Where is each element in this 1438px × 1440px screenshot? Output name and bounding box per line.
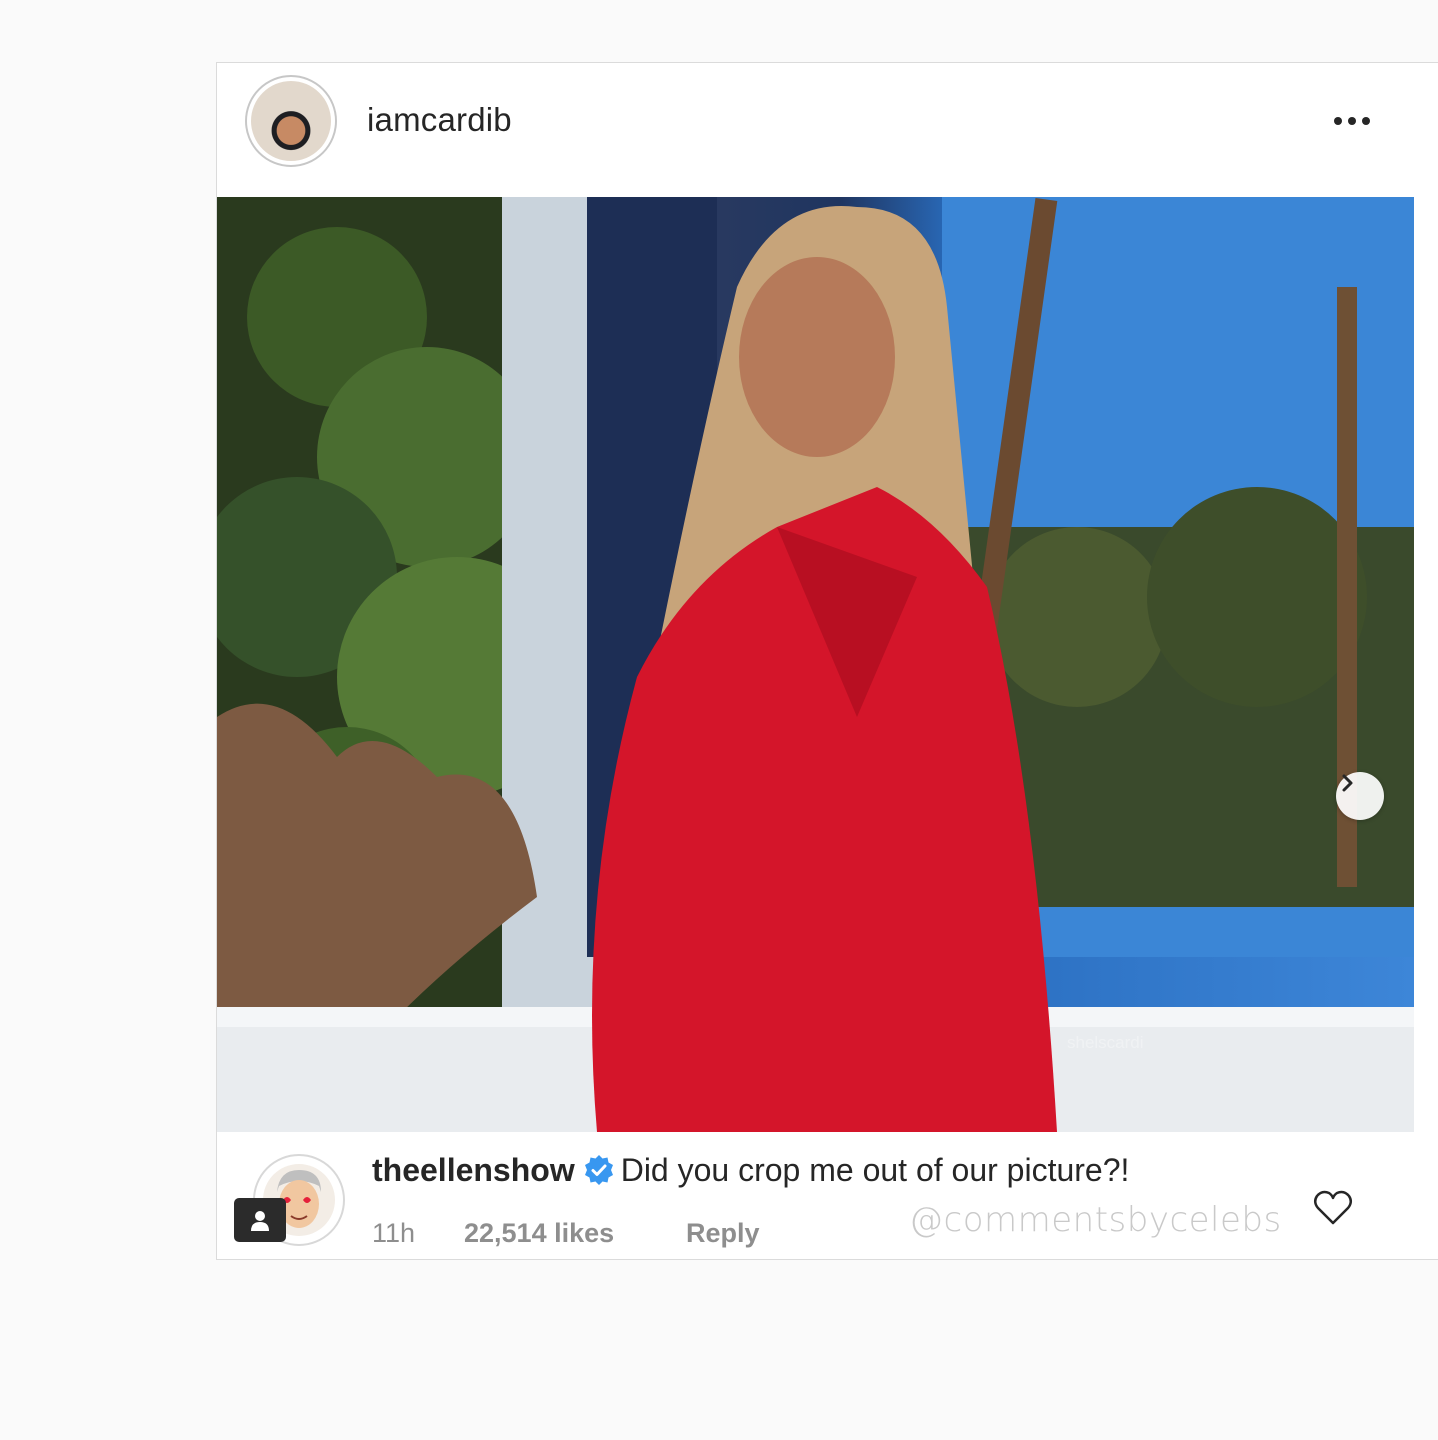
chevron-right-icon[interactable] bbox=[1336, 772, 1384, 820]
poster-avatar[interactable] bbox=[245, 75, 337, 167]
comment-likes[interactable]: 22,514 likes bbox=[464, 1218, 686, 1249]
post-header: iamcardib bbox=[217, 63, 1438, 197]
instagram-post-card: iamcardib shelscardi theellenshow Did yo… bbox=[216, 62, 1438, 1260]
credit-watermark: @commentsbycelebs bbox=[909, 1200, 1282, 1240]
more-options-icon[interactable] bbox=[1322, 101, 1382, 141]
commenter-username[interactable]: theellenshow bbox=[372, 1152, 575, 1188]
comment-time[interactable]: 11h bbox=[372, 1218, 464, 1249]
comment-text-line: theellenshow Did you crop me out of our p… bbox=[372, 1152, 1129, 1189]
reply-button[interactable]: Reply bbox=[686, 1218, 760, 1249]
comment-row: theellenshow Did you crop me out of our p… bbox=[217, 1132, 1438, 1260]
comment-body: Did you crop me out of our picture?! bbox=[620, 1152, 1130, 1188]
heart-outline-icon[interactable] bbox=[1313, 1190, 1353, 1226]
verified-badge-icon bbox=[584, 1155, 613, 1185]
photo-watermark: shelscardi bbox=[1067, 1033, 1144, 1052]
comment-meta: 11h 22,514 likes Reply bbox=[372, 1218, 760, 1249]
poster-username[interactable]: iamcardib bbox=[367, 101, 512, 139]
photo-illustration bbox=[217, 197, 1414, 1132]
poster-avatar-image bbox=[251, 81, 331, 161]
user-tag-icon[interactable] bbox=[234, 1198, 286, 1242]
post-photo[interactable]: shelscardi bbox=[217, 197, 1414, 1132]
